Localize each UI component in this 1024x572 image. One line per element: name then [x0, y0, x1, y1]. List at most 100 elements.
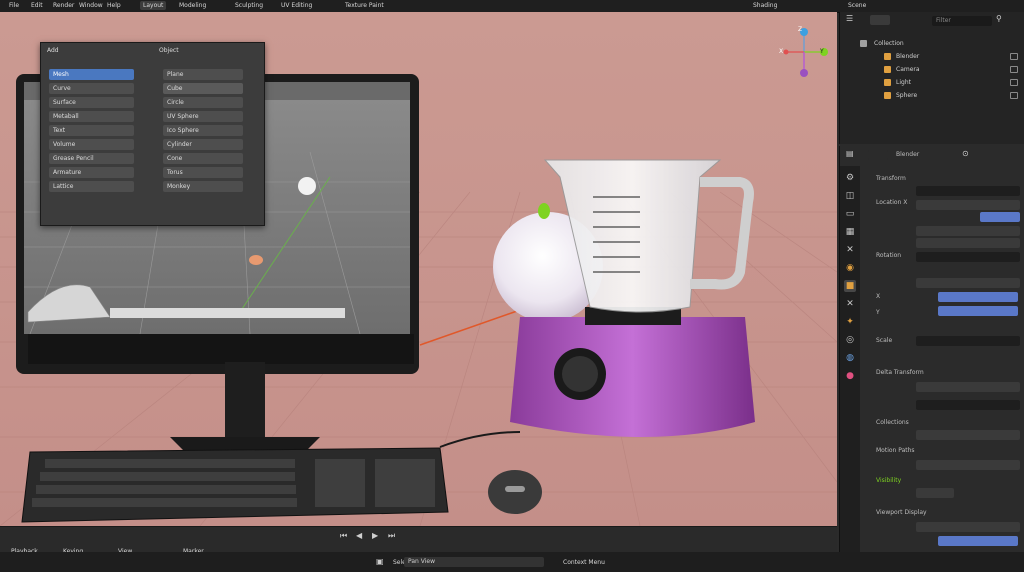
properties-tabs: ⚙ ◫ ▭ ▦ ✕ ◉ ■ ✕ ✦ ◎ ◍ ● [840, 166, 860, 552]
3d-viewport[interactable]: Z Y X Add Object Mesh Curve Surface Meta… [0, 12, 837, 526]
object-tab-icon[interactable]: ■ [844, 280, 856, 292]
outliner-row-label: Light [896, 79, 911, 86]
value-field[interactable] [916, 336, 1020, 346]
section-collections[interactable]: Collections [876, 418, 909, 428]
outliner-search-input[interactable]: Filter [932, 16, 992, 26]
value-field[interactable] [916, 382, 1020, 392]
menu-render[interactable]: Render [50, 1, 77, 10]
camera-icon [884, 66, 891, 73]
eye-icon[interactable] [1010, 53, 1018, 60]
outliner-panel: ☰ Filter ⚲ Collection Blender Camera Lig… [839, 12, 1024, 144]
workspace-tab-texture-paint[interactable]: Texture Paint [342, 1, 387, 10]
object-menu-item[interactable]: Plane [163, 69, 243, 80]
value-field[interactable] [916, 460, 1020, 470]
section-viewport-display[interactable]: Viewport Display [876, 508, 927, 518]
filter-icon[interactable]: ⚲ [996, 14, 1002, 24]
object-menu-item[interactable]: Cylinder [163, 139, 243, 150]
output-tab-icon[interactable]: ▭ [844, 208, 856, 220]
outliner-row[interactable]: Camera [844, 64, 1022, 75]
add-menu-item[interactable]: Surface [49, 97, 134, 108]
tool-tab-icon[interactable]: ⚙ [844, 172, 856, 184]
play-reverse-icon[interactable]: ◀ [356, 531, 362, 541]
workspace-tab-uv-editing[interactable]: UV Editing [278, 1, 315, 10]
section-delta-transform[interactable]: Delta Transform [876, 368, 924, 378]
scene-tab-icon[interactable]: ✕ [844, 244, 856, 256]
add-menu-item[interactable]: Curve [49, 83, 134, 94]
play-icon[interactable]: ▶ [372, 531, 378, 541]
physics-tab-icon[interactable]: ◎ [844, 334, 856, 346]
field-label: Location X [876, 199, 908, 206]
field-label: Visibility [876, 477, 902, 484]
jump-end-icon[interactable]: ⏭ [388, 531, 395, 541]
add-menu-title: Add [47, 47, 59, 54]
timeline-header: Playback Keying View Marker ⏮ ◀ ▶ ⏭ [0, 526, 837, 555]
jump-start-icon[interactable]: ⏮ [340, 531, 347, 541]
section-transform[interactable]: Transform [876, 174, 906, 184]
gizmo-x-label: X [779, 48, 784, 55]
value-field[interactable] [916, 430, 1020, 440]
object-menu-item[interactable]: Ico Sphere [163, 125, 243, 136]
object-icon [884, 53, 891, 60]
add-menu-item[interactable]: Text [49, 125, 134, 136]
value-field[interactable] [916, 278, 1020, 288]
object-menu-item[interactable]: UV Sphere [163, 111, 243, 122]
section-scale[interactable]: Scale [876, 336, 892, 346]
workspace-tab-shading[interactable]: Shading [750, 1, 780, 10]
value-field[interactable] [938, 292, 1018, 302]
pin-icon[interactable]: ⊙ [962, 149, 969, 159]
value-field[interactable] [916, 252, 1020, 262]
workspace-tab-sculpting[interactable]: Sculpting [232, 1, 266, 10]
value-field[interactable] [980, 212, 1020, 222]
value-field[interactable] [938, 306, 1018, 316]
world-tab-icon[interactable]: ◉ [844, 262, 856, 274]
workspace-tab-layout[interactable]: Layout [140, 1, 167, 10]
menu-help[interactable]: Help [104, 1, 124, 10]
outliner-row[interactable]: Sphere [844, 90, 1022, 101]
add-menu-item[interactable]: Volume [49, 139, 134, 150]
value-field[interactable] [938, 536, 1018, 546]
add-menu-item[interactable]: Mesh [49, 69, 134, 80]
status-context-menu: Context Menu [563, 559, 605, 566]
view-layer-tab-icon[interactable]: ▦ [844, 226, 856, 238]
outliner-row[interactable]: Light [844, 77, 1022, 88]
outliner-row[interactable]: Blender [844, 51, 1022, 62]
object-menu-item[interactable]: Cone [163, 153, 243, 164]
material-tab-icon[interactable]: ● [844, 370, 856, 382]
outliner-display-mode[interactable] [870, 15, 890, 25]
value-field[interactable] [916, 400, 1020, 410]
particles-tab-icon[interactable]: ✦ [844, 316, 856, 328]
eye-icon[interactable] [1010, 79, 1018, 86]
mouse-left-icon: ▣ [376, 557, 384, 566]
outliner-editor-icon[interactable]: ☰ [846, 14, 853, 24]
value-field[interactable] [916, 226, 1020, 236]
add-menu-item[interactable]: Lattice [49, 181, 134, 192]
render-tab-icon[interactable]: ◫ [844, 190, 856, 202]
scene-selector[interactable]: Scene [845, 1, 869, 10]
object-menu-item[interactable]: Cube [163, 83, 243, 94]
section-rotation[interactable]: Rotation [876, 251, 901, 261]
value-field[interactable] [916, 238, 1020, 248]
workspace-tab-modeling[interactable]: Modeling [176, 1, 209, 10]
eye-icon[interactable] [1010, 92, 1018, 99]
properties-editor-icon[interactable]: ▤ [846, 149, 854, 159]
outliner-collection-row[interactable]: Collection [844, 38, 1022, 49]
add-menu-item[interactable]: Grease Pencil [49, 153, 134, 164]
eye-icon[interactable] [1010, 66, 1018, 73]
add-menu-item[interactable]: Metaball [49, 111, 134, 122]
value-field[interactable] [916, 186, 1020, 196]
value-field[interactable] [916, 488, 954, 498]
object-menu-item[interactable]: Monkey [163, 181, 243, 192]
object-menu-item[interactable]: Circle [163, 97, 243, 108]
constraints-tab-icon[interactable]: ◍ [844, 352, 856, 364]
object-name: Blender [896, 151, 920, 158]
modifier-tab-icon[interactable]: ✕ [844, 298, 856, 310]
menu-file[interactable]: File [6, 1, 22, 10]
value-field[interactable] [916, 522, 1020, 532]
menu-edit[interactable]: Edit [28, 1, 46, 10]
add-menu-item[interactable]: Armature [49, 167, 134, 178]
light-gizmo [538, 203, 550, 219]
menu-window[interactable]: Window [76, 1, 106, 10]
value-field[interactable] [916, 200, 1020, 210]
object-menu-item[interactable]: Torus [163, 167, 243, 178]
section-motion-paths[interactable]: Motion Paths [876, 446, 915, 456]
